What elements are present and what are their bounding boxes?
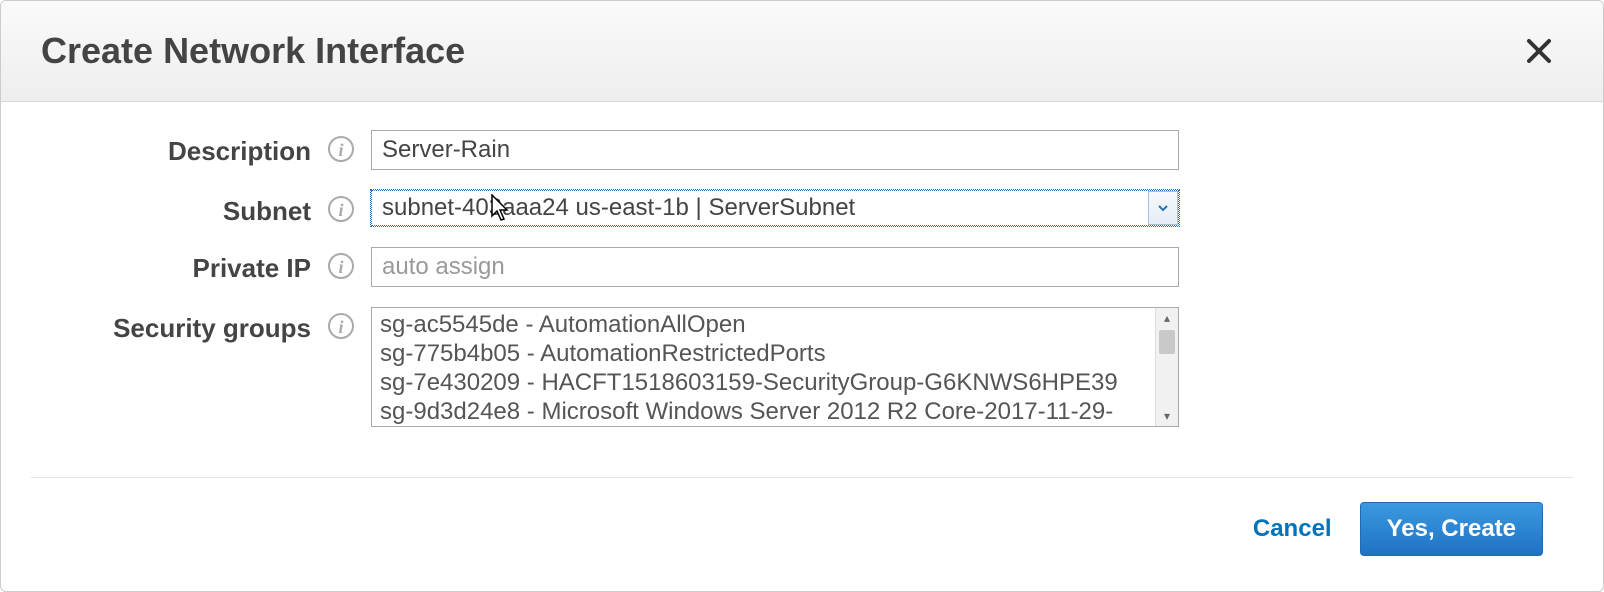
info-icon[interactable]: i bbox=[328, 313, 354, 339]
list-item[interactable]: sg-9d3d24e8 - Microsoft Windows Server 2… bbox=[380, 397, 1147, 426]
list-item[interactable]: sg-7e430209 - HACFT1518603159-SecurityGr… bbox=[380, 368, 1147, 397]
list-item[interactable]: sg-ac5545de - AutomationAllOpen bbox=[380, 310, 1147, 339]
row-private-ip: Private IP i bbox=[41, 247, 1563, 287]
yes-create-button[interactable]: Yes, Create bbox=[1360, 502, 1543, 556]
scroll-thumb[interactable] bbox=[1159, 330, 1175, 354]
list-item[interactable]: sg-775b4b05 - AutomationRestrictedPorts bbox=[380, 339, 1147, 368]
info-icon[interactable]: i bbox=[328, 253, 354, 279]
scroll-down-icon[interactable]: ▾ bbox=[1156, 406, 1178, 426]
chevron-down-icon[interactable] bbox=[1148, 191, 1178, 225]
subnet-select[interactable]: subnet-403aaa24 us-east-1b | ServerSubne… bbox=[371, 190, 1179, 226]
label-description: Description bbox=[41, 130, 311, 167]
form-body: Description i Subnet i subnet-403aaa24 u… bbox=[1, 102, 1603, 457]
row-security-groups: Security groups i sg-ac5545de - Automati… bbox=[41, 307, 1563, 427]
create-network-interface-dialog: Create Network Interface Description i S… bbox=[0, 0, 1604, 592]
security-groups-listbox[interactable]: sg-ac5545de - AutomationAllOpen sg-775b4… bbox=[371, 307, 1179, 427]
dialog-header: Create Network Interface bbox=[1, 1, 1603, 102]
private-ip-input[interactable] bbox=[371, 247, 1179, 287]
subnet-selected-value: subnet-403aaa24 us-east-1b | ServerSubne… bbox=[372, 191, 1148, 225]
label-security-groups: Security groups bbox=[41, 307, 311, 344]
dialog-footer: Cancel Yes, Create bbox=[1, 478, 1603, 556]
cancel-button[interactable]: Cancel bbox=[1253, 515, 1332, 543]
dialog-title: Create Network Interface bbox=[41, 30, 465, 72]
info-icon[interactable]: i bbox=[328, 196, 354, 222]
label-private-ip: Private IP bbox=[41, 247, 311, 284]
row-description: Description i bbox=[41, 130, 1563, 170]
description-input[interactable] bbox=[371, 130, 1179, 170]
label-subnet: Subnet bbox=[41, 190, 311, 227]
info-icon[interactable]: i bbox=[328, 136, 354, 162]
scrollbar[interactable]: ▴ ▾ bbox=[1155, 308, 1178, 426]
scroll-up-icon[interactable]: ▴ bbox=[1156, 308, 1178, 328]
row-subnet: Subnet i subnet-403aaa24 us-east-1b | Se… bbox=[41, 190, 1563, 227]
close-icon[interactable] bbox=[1525, 37, 1553, 65]
